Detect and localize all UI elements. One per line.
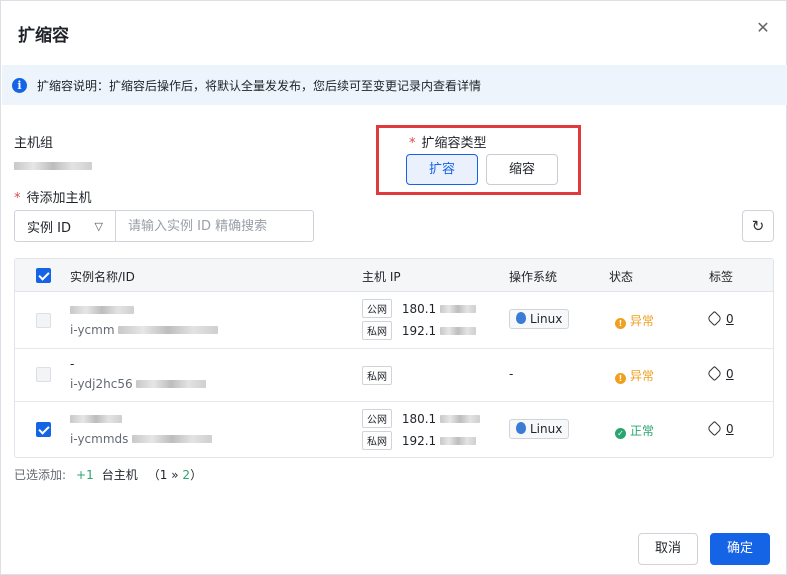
dialog-title: 扩缩容 <box>18 26 69 46</box>
row-checkbox[interactable] <box>36 422 51 437</box>
table-row: - i-ydj2hc56 私网 - ! 异常 0 <box>15 349 773 402</box>
tag-count[interactable]: 0 <box>706 310 734 327</box>
instance-name <box>70 303 134 317</box>
instance-id: i-ydj2hc56 <box>70 377 207 391</box>
chevron-down-icon: ▽ <box>94 219 103 233</box>
host-table: 实例名称/ID 主机 IP 操作系统 状态 标签 i-ycmm 公网 180.1… <box>14 258 774 458</box>
instance-id: i-ycmmds <box>70 432 213 446</box>
warning-icon: ! <box>615 318 626 329</box>
warning-icon: ! <box>615 373 626 384</box>
os-value: - <box>509 367 514 381</box>
linux-icon <box>516 312 526 324</box>
notice-text: 扩缩容说明：扩缩容后操作后，将默认全量发发布，您后续可至变更记录内查看详情 <box>37 78 482 93</box>
tag-count[interactable]: 0 <box>706 365 734 382</box>
public-ip: 公网 180.1 <box>362 299 477 318</box>
instance-name: - <box>70 357 75 371</box>
table-header: 实例名称/ID 主机 IP 操作系统 状态 标签 <box>15 259 773 292</box>
search-type-select[interactable]: 实例 ID ▽ <box>15 211 116 241</box>
public-ip: 公网 180.1 <box>362 409 481 428</box>
status-badge: ✓ 正常 <box>615 422 654 439</box>
header-status: 状态 <box>609 270 634 284</box>
private-ip: 私网 192.1 <box>362 321 477 340</box>
scale-in-button[interactable]: 缩容 <box>486 154 558 185</box>
tag-icon <box>706 420 723 437</box>
header-os: 操作系统 <box>509 270 558 284</box>
table-row: i-ycmmds 公网 180.1 私网 192.1 Linux ✓ 正常 0 <box>15 402 773 457</box>
select-all-checkbox[interactable] <box>36 268 51 283</box>
header-name: 实例名称/ID <box>70 270 135 284</box>
instance-id: i-ycmm <box>70 323 219 337</box>
os-badge: Linux <box>509 419 570 439</box>
header-ip: 主机 IP <box>362 270 401 284</box>
cancel-button[interactable]: 取消 <box>638 533 698 565</box>
search-input[interactable] <box>116 211 313 241</box>
private-ip: 私网 <box>362 366 392 385</box>
info-icon: i <box>12 77 27 93</box>
refresh-icon[interactable]: ↻ <box>742 210 774 242</box>
private-ip: 私网 192.1 <box>362 431 477 450</box>
check-circle-icon: ✓ <box>615 428 626 439</box>
status-badge: ! 异常 <box>615 367 654 384</box>
notice-banner: i 扩缩容说明：扩缩容后操作后，将默认全量发发布，您后续可至变更记录内查看详情 <box>2 65 787 105</box>
linux-icon <box>516 422 526 434</box>
scale-type-label: * 扩缩容类型 <box>409 136 487 151</box>
host-group-value <box>14 159 92 174</box>
tag-icon <box>706 310 723 327</box>
tag-icon <box>706 365 723 382</box>
os-badge: Linux <box>509 309 570 329</box>
row-checkbox[interactable] <box>36 367 51 382</box>
header-tags: 标签 <box>709 270 734 284</box>
search-bar: 实例 ID ▽ <box>14 210 314 242</box>
row-checkbox[interactable] <box>36 313 51 328</box>
table-row: i-ycmm 公网 180.1 私网 192.1 Linux ! 异常 0 <box>15 292 773 349</box>
status-badge: ! 异常 <box>615 312 654 329</box>
confirm-button[interactable]: 确定 <box>710 533 770 565</box>
instance-name <box>70 412 122 426</box>
host-group-label: 主机组 <box>14 136 54 151</box>
close-icon[interactable]: ✕ <box>754 19 772 37</box>
scale-dialog: 扩缩容 ✕ i 扩缩容说明：扩缩容后操作后，将默认全量发发布，您后续可至变更记录… <box>0 0 787 575</box>
scale-out-button[interactable]: 扩容 <box>406 154 478 185</box>
tag-count[interactable]: 0 <box>706 420 734 437</box>
pending-hosts-label: * 待添加主机 <box>14 191 92 206</box>
selection-summary: 已选添加: +1 台主机 （1 » 2） <box>14 468 203 482</box>
